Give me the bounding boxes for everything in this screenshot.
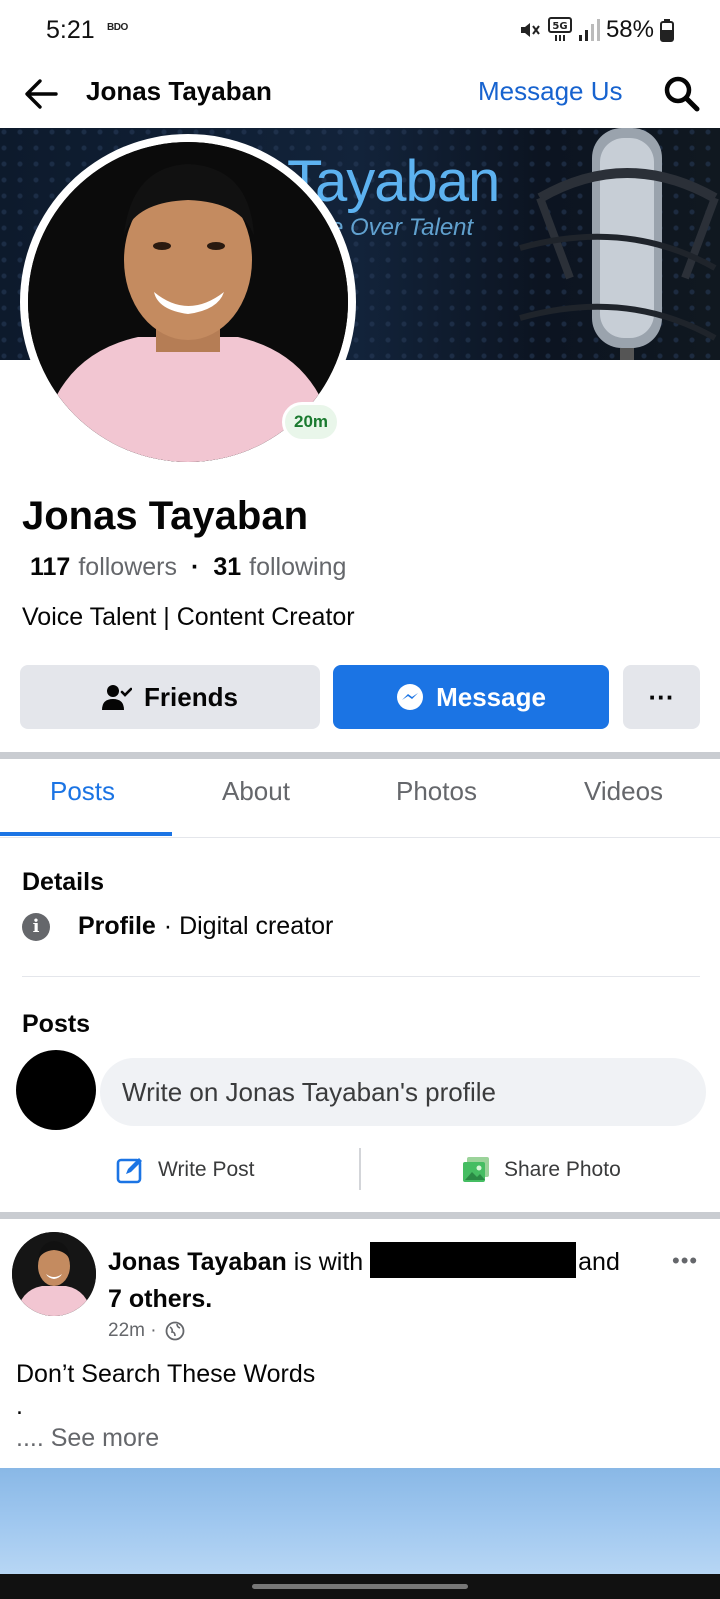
more-dots-icon: ··· — [648, 681, 675, 712]
posts-heading: Posts — [22, 1010, 91, 1038]
share-photo-button[interactable]: Share Photo — [462, 1156, 621, 1184]
posts-divider — [0, 1212, 720, 1219]
messenger-icon — [396, 683, 424, 711]
post-meta: 22m · — [108, 1320, 185, 1342]
status-time: 5:21 — [46, 16, 95, 44]
post-text-line1: Don’t Search These Words — [16, 1360, 316, 1388]
post-tagged-others[interactable]: 7 others. — [108, 1285, 212, 1313]
share-photo-label: Share Photo — [504, 1158, 621, 1181]
composer-separator — [359, 1148, 361, 1190]
public-globe-icon — [165, 1321, 185, 1341]
message-button[interactable]: Message — [333, 665, 609, 729]
followers-count[interactable]: 117 — [30, 553, 70, 582]
profile-tabs: Posts About Photos Videos — [0, 760, 720, 838]
tab-about[interactable]: About — [222, 776, 290, 807]
viewer-avatar[interactable] — [16, 1050, 96, 1130]
see-more-link[interactable]: .... See more — [16, 1424, 159, 1453]
post-more-options-icon[interactable]: ••• — [672, 1248, 698, 1274]
post-author-name[interactable]: Jonas Tayaban — [108, 1248, 287, 1276]
system-nav-bar — [0, 1574, 720, 1599]
battery-icon — [660, 18, 674, 42]
followers-label[interactable]: followers — [78, 553, 177, 582]
active-status-badge: 20m — [282, 402, 340, 442]
redacted-tag — [370, 1242, 577, 1278]
follow-stats: 117 followers · 31 following — [30, 553, 346, 582]
search-icon[interactable] — [662, 74, 702, 114]
post-timestamp[interactable]: 22m · — [108, 1320, 157, 1342]
mute-icon — [518, 18, 542, 42]
details-divider — [22, 976, 700, 977]
post-author-photo — [12, 1232, 96, 1316]
friends-label: Friends — [144, 681, 238, 712]
post-image[interactable] — [0, 1468, 720, 1574]
info-icon: i — [22, 912, 50, 941]
post-text: Don’t Search These Words . — [16, 1358, 315, 1422]
details-heading: Details — [22, 868, 104, 896]
tab-photos[interactable]: Photos — [396, 776, 477, 807]
status-indicators: 5G 58% — [518, 16, 674, 44]
edit-pencil-icon — [116, 1156, 144, 1184]
write-post-label: Write Post — [158, 1158, 255, 1181]
signal-icon — [578, 18, 600, 42]
detail-value: · Digital creator — [163, 912, 334, 940]
following-count[interactable]: 31 — [213, 553, 241, 582]
friends-button[interactable]: Friends — [20, 665, 320, 729]
back-arrow-icon[interactable] — [22, 76, 60, 112]
section-divider — [0, 752, 720, 759]
tab-posts[interactable]: Posts — [50, 776, 115, 807]
profile-name: Jonas Tayaban — [22, 494, 309, 538]
photo-icon — [462, 1156, 490, 1184]
network-label: 5G — [552, 21, 567, 32]
friends-check-icon — [102, 683, 133, 711]
post-and: and — [578, 1248, 620, 1276]
post-is-with: is with — [293, 1248, 364, 1276]
home-gesture-handle[interactable] — [252, 1584, 468, 1589]
status-bar: 5:21 BDO 5G 58% — [0, 0, 720, 62]
write-post-button[interactable]: Write Post — [116, 1156, 254, 1184]
top-nav: Jonas Tayaban Message Us — [0, 62, 720, 128]
composer-actions: Write Post Share Photo — [0, 1146, 720, 1198]
cover-subtitle-text: e Over Talent — [330, 214, 474, 241]
post-text-line2: . — [16, 1392, 23, 1420]
post-header: Jonas Tayaban is with and 7 others. — [108, 1242, 668, 1318]
active-tab-indicator — [0, 832, 172, 836]
detail-label: Profile — [78, 912, 156, 940]
message-us-link[interactable]: Message Us — [478, 76, 623, 107]
post-author-avatar[interactable] — [12, 1232, 96, 1316]
detail-profile-row: i Profile · Digital creator — [22, 912, 333, 941]
follow-separator: · — [191, 553, 200, 581]
profile-bio: Voice Talent | Content Creator — [22, 603, 355, 631]
tab-videos[interactable]: Videos — [584, 776, 663, 807]
following-label[interactable]: following — [249, 553, 346, 582]
network-5g-icon: 5G — [547, 17, 572, 43]
message-label: Message — [436, 681, 546, 712]
write-on-profile-input[interactable]: Write on Jonas Tayaban's profile — [100, 1058, 706, 1126]
more-options-button[interactable]: ··· — [623, 665, 700, 729]
battery-percent: 58% — [605, 16, 654, 43]
microphone-image — [519, 128, 719, 360]
nav-title: Jonas Tayaban — [86, 76, 272, 106]
carrier-badge: BDO — [107, 22, 128, 33]
